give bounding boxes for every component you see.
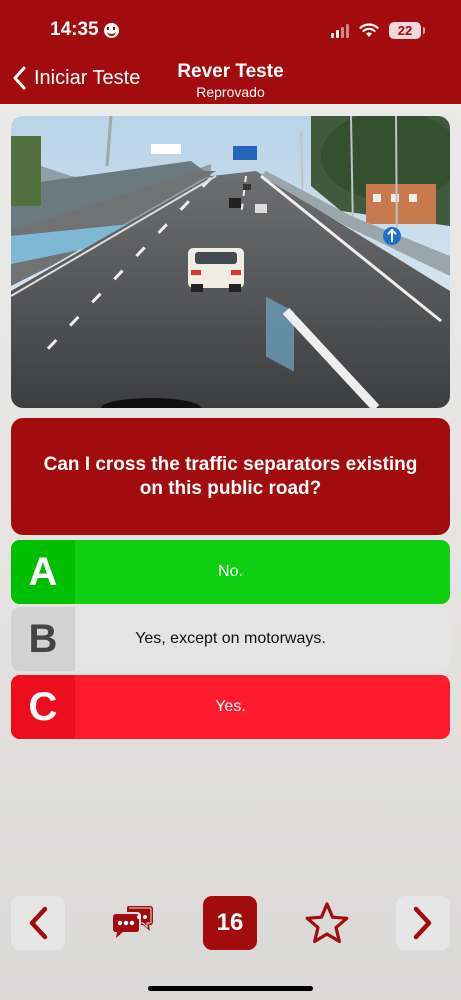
answer-text: Yes, except on motorways.: [135, 630, 326, 647]
answer-option-a[interactable]: A No.: [11, 540, 450, 604]
next-question-button[interactable]: [396, 896, 450, 950]
status-indicators: 22: [331, 22, 425, 39]
battery-level: 22: [397, 23, 413, 38]
question-card: Can I cross the traffic separators exist…: [11, 418, 450, 535]
question-number-button[interactable]: 16: [203, 896, 257, 950]
chevron-left-icon: [29, 906, 48, 940]
status-time-label: 14:35: [50, 19, 99, 40]
answer-text: No.: [218, 563, 243, 580]
chevron-right-icon: [413, 906, 432, 940]
answer-option-b[interactable]: B Yes, except on motorways.: [11, 607, 450, 671]
question-number: 16: [216, 909, 244, 936]
answer-option-c[interactable]: C Yes.: [11, 675, 450, 739]
answer-letter: B: [11, 607, 75, 671]
comments-button[interactable]: [106, 896, 160, 950]
page-title: Rever Teste: [177, 61, 284, 82]
favorite-button[interactable]: [300, 896, 354, 950]
chat-icon: [113, 906, 153, 938]
answer-text: Yes.: [215, 698, 246, 715]
smile-icon: [103, 22, 119, 38]
wifi-icon: [359, 23, 379, 37]
star-icon: [305, 902, 349, 944]
answer-letter: A: [11, 540, 75, 604]
app-header: 14:35 22 Iniciar Teste Rever Teste Repro…: [0, 0, 461, 104]
battery-icon: 22: [389, 22, 425, 39]
previous-question-button[interactable]: [11, 896, 65, 950]
signal-icon: [331, 23, 349, 38]
home-indicator[interactable]: [148, 986, 313, 991]
answer-letter: C: [11, 675, 75, 739]
page-subtitle: Reprovado: [196, 84, 265, 100]
status-time: 14:35: [50, 19, 119, 41]
question-text: Can I cross the traffic separators exist…: [43, 453, 418, 499]
question-image: [11, 116, 450, 408]
